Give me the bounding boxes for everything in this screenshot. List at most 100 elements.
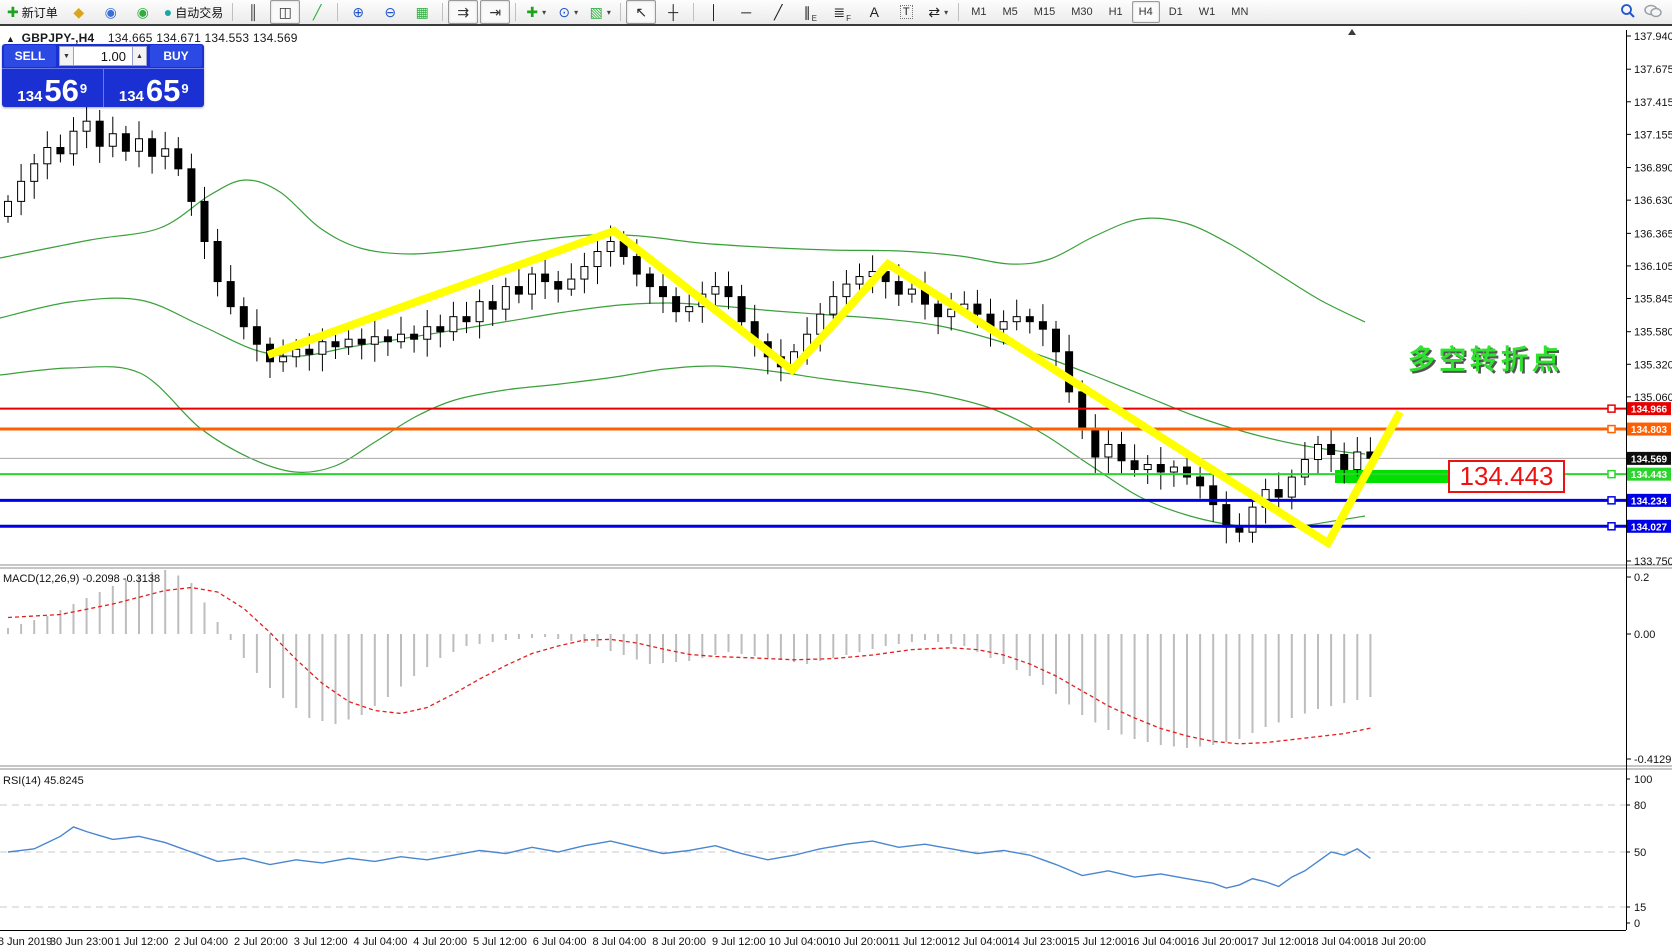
macd-panel[interactable] — [8, 568, 1370, 748]
price-tick-label: 136.365 — [1634, 228, 1672, 240]
alerts-icon: ◉ — [137, 5, 149, 19]
timeframe-mn-button[interactable]: MN — [1224, 1, 1255, 23]
trend-zigzag-line[interactable] — [268, 231, 1400, 543]
volume-decrease-button[interactable]: ▼ — [59, 46, 74, 66]
time-axis-label: 16 Jul 20:00 — [1187, 936, 1247, 948]
time-axis-label: 18 Jul 20:00 — [1366, 936, 1426, 948]
zoom-out-button[interactable]: ⊖ — [375, 0, 405, 24]
equidistant-channel-sub-label: E — [812, 14, 817, 23]
timeframe-h4-button[interactable]: H4 — [1132, 1, 1160, 23]
chart-shift-marker[interactable] — [1348, 29, 1356, 35]
time-axis-label: 28 Jun 2019 — [0, 936, 52, 948]
macd-tick-label: -0.4129 — [1634, 754, 1671, 766]
time-axis-label: 14 Jul 23:00 — [1008, 936, 1068, 948]
tile-windows-icon: ▦ — [416, 5, 429, 19]
indicators-dropdown-icon[interactable]: ▾ — [542, 8, 546, 17]
svg-text:134.966: 134.966 — [1631, 405, 1668, 416]
price-tick-label: 137.940 — [1634, 31, 1672, 43]
chart-candles-button[interactable]: ◫ — [270, 0, 300, 24]
line-handle-marker[interactable] — [1608, 426, 1615, 433]
time-axis-label: 15 Jul 12:00 — [1067, 936, 1127, 948]
community-button[interactable]: ◉ — [96, 0, 126, 24]
templates-button[interactable]: ▧▾ — [585, 0, 615, 24]
volume-input[interactable]: 1.00 — [74, 46, 132, 66]
trendline-button[interactable]: ╱ — [763, 0, 793, 24]
price-tick-label: 136.630 — [1634, 195, 1672, 207]
time-axis-label: 2 Jul 20:00 — [234, 936, 288, 948]
support-highlight-bar[interactable] — [1335, 470, 1449, 483]
zoom-in-icon: ⊕ — [352, 5, 364, 19]
chart-line-button[interactable]: ╱ — [302, 0, 332, 24]
buy-price-button[interactable]: 134659 — [103, 69, 205, 107]
time-axis-label: 16 Jul 04:00 — [1127, 936, 1187, 948]
time-axis-label: 18 Jul 04:00 — [1306, 936, 1366, 948]
toolbar-separator — [620, 3, 621, 21]
fibonacci-sub-label: F — [846, 14, 851, 23]
chart-bars-button[interactable]: ║ — [238, 0, 268, 24]
line-handle-marker[interactable] — [1608, 471, 1615, 478]
text-icon: A — [870, 5, 879, 19]
chart-canvas[interactable]: 多空转折点多空转折点134.443134.966134.803134.56913… — [0, 0, 1672, 951]
auto-scroll-button[interactable]: ⇉ — [448, 0, 478, 24]
line-handle-marker[interactable] — [1608, 405, 1615, 412]
line-handle-marker[interactable] — [1608, 497, 1615, 504]
timeframe-m5-button[interactable]: M5 — [996, 1, 1025, 23]
rsi-panel[interactable] — [8, 827, 1370, 888]
cursor-button[interactable]: ↖ — [626, 0, 656, 24]
indicators-button[interactable]: ✚▾ — [521, 0, 551, 24]
text-label-button[interactable]: T — [891, 0, 921, 24]
price-tick-label: 135.845 — [1634, 293, 1672, 305]
crosshair-button[interactable]: ┼ — [658, 0, 688, 24]
ohlc-values: 134.665 134.671 134.553 134.569 — [108, 31, 298, 45]
time-axis-label: 17 Jul 12:00 — [1247, 936, 1307, 948]
profiles-button[interactable]: ◆ — [64, 0, 94, 24]
timeframe-m1-button[interactable]: M1 — [964, 1, 993, 23]
main-chart-area[interactable]: 多空转折点多空转折点134.443 — [0, 106, 1626, 544]
price-tick-label: 135.320 — [1634, 359, 1672, 371]
periods-icon: ⊙ — [558, 5, 570, 19]
auto-trading-button[interactable]: ●自动交易 — [160, 0, 227, 24]
time-axis-label: 12 Jul 04:00 — [948, 936, 1008, 948]
fibonacci-button[interactable]: ≣F — [827, 0, 857, 24]
rsi-tick-label: 50 — [1634, 847, 1646, 859]
timeframe-m15-button[interactable]: M15 — [1027, 1, 1062, 23]
text-button[interactable]: A — [859, 0, 889, 24]
chart-shift-button[interactable]: ⇥ — [480, 0, 510, 24]
templates-dropdown-icon[interactable]: ▾ — [607, 8, 611, 17]
arrows-dropdown-icon[interactable]: ▾ — [944, 8, 948, 17]
periods-button[interactable]: ⊙▾ — [553, 0, 583, 24]
price-callout-text: 134.443 — [1460, 461, 1554, 491]
annotation-text[interactable]: 多空转折点 — [1408, 344, 1563, 375]
search-icon[interactable] — [1620, 3, 1636, 22]
crosshair-icon: ┼ — [668, 5, 678, 19]
sell-price-button[interactable]: 134569 — [2, 69, 103, 107]
buy-button[interactable]: BUY — [150, 45, 202, 67]
timeframe-m30-button[interactable]: M30 — [1064, 1, 1099, 23]
arrows-button[interactable]: ⇄▾ — [923, 0, 953, 24]
timeframe-d1-button[interactable]: D1 — [1162, 1, 1190, 23]
equidistant-channel-button[interactable]: ∥E — [795, 0, 825, 24]
line-handle-marker[interactable] — [1608, 523, 1615, 530]
rsi-tick-label: 15 — [1634, 902, 1646, 914]
tile-windows-button[interactable]: ▦ — [407, 0, 437, 24]
svg-text:134.443: 134.443 — [1631, 470, 1668, 481]
periods-dropdown-icon[interactable]: ▾ — [574, 8, 578, 17]
alerts-button[interactable]: ◉ — [128, 0, 158, 24]
ask-big: 65 — [146, 78, 180, 104]
price-tick-label: 136.105 — [1634, 261, 1672, 273]
timeframe-w1-button[interactable]: W1 — [1192, 1, 1223, 23]
auto-trading-label: 自动交易 — [175, 4, 223, 21]
new-order-button[interactable]: ✚新订单 — [3, 0, 62, 24]
cursor-icon: ↖ — [635, 5, 647, 19]
chat-icon[interactable] — [1644, 3, 1662, 22]
volume-increase-button[interactable]: ▲ — [132, 46, 147, 66]
macd-label: MACD(12,26,9) -0.2098 -0.3138 — [3, 573, 160, 585]
time-axis-label: 3 Jul 12:00 — [294, 936, 348, 948]
fibonacci-icon: ≣ — [833, 5, 845, 19]
vertical-line-button[interactable]: │ — [699, 0, 729, 24]
sell-button[interactable]: SELL — [4, 45, 56, 67]
zoom-in-button[interactable]: ⊕ — [343, 0, 373, 24]
horizontal-line-button[interactable]: ─ — [731, 0, 761, 24]
macd-tick-label: 0.00 — [1634, 629, 1655, 641]
timeframe-h1-button[interactable]: H1 — [1102, 1, 1130, 23]
